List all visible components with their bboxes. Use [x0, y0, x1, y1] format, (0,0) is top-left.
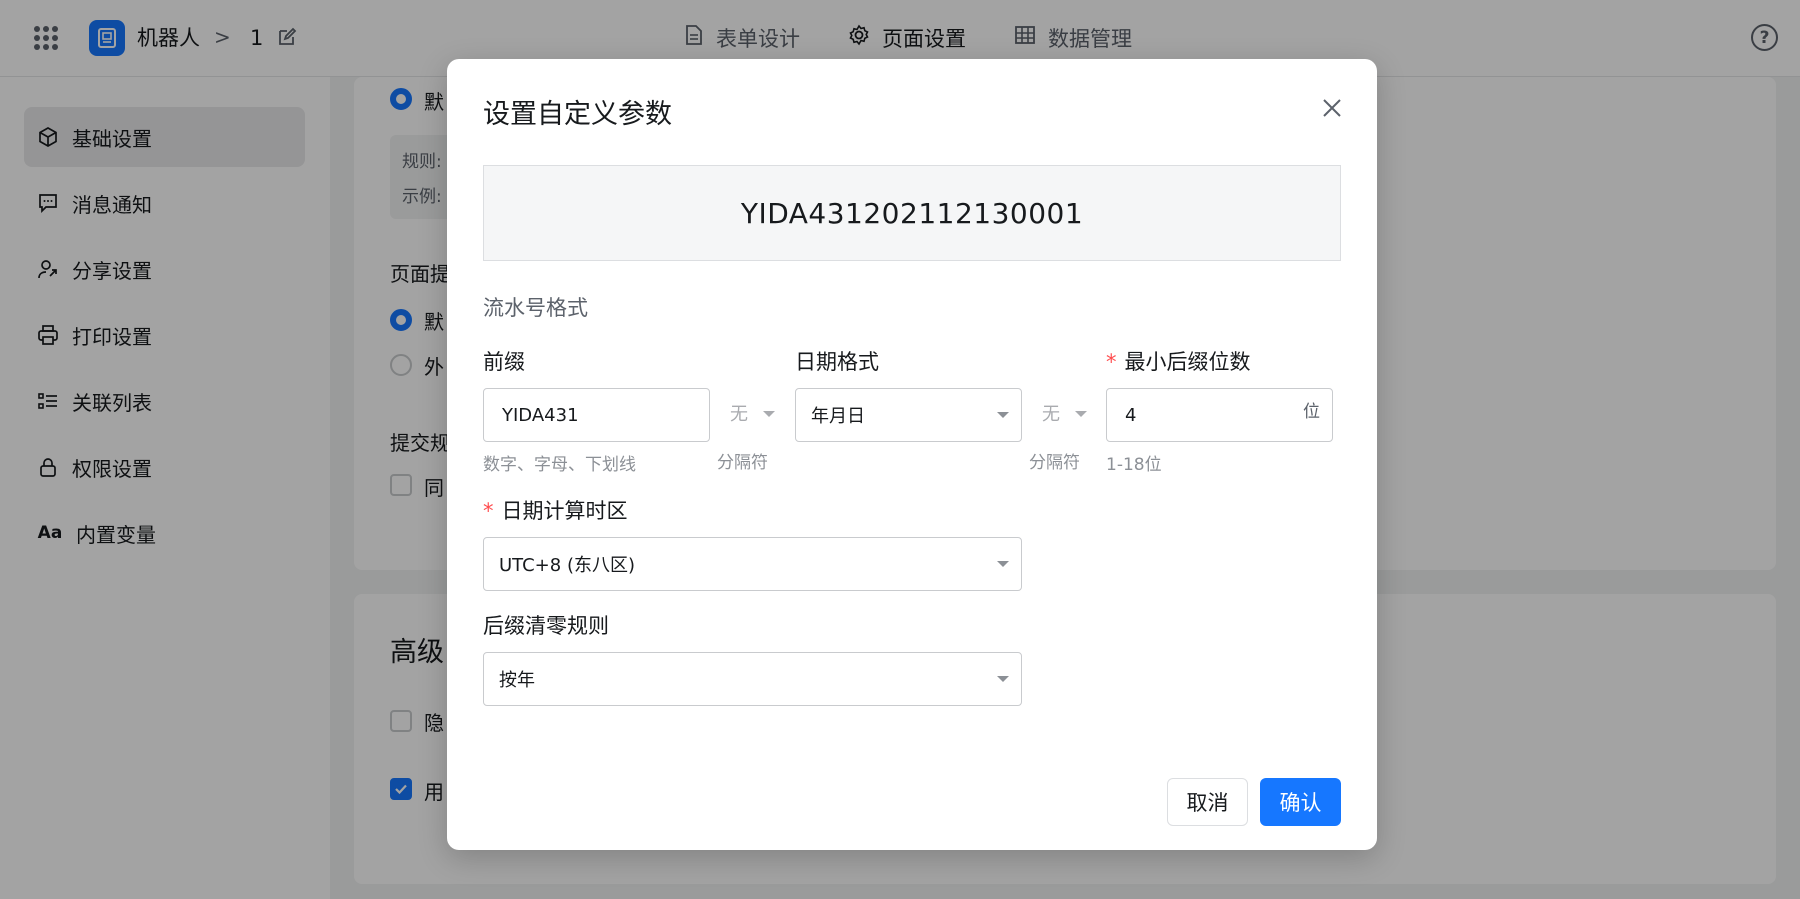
chevron-down-icon [997, 412, 1009, 418]
min-suffix-input[interactable]: 4 位 [1106, 388, 1333, 442]
close-icon[interactable] [1317, 93, 1347, 123]
label-text: 最小后缀位数 [1124, 350, 1251, 374]
select-value: UTC+8 (东八区) [499, 555, 635, 576]
timezone-label: * 日期计算时区 [483, 495, 628, 525]
chevron-down-icon [1075, 411, 1087, 417]
select-value: 按年 [499, 670, 535, 691]
prefix-hint: 数字、字母、下划线 [483, 455, 636, 475]
input-value: 4 [1125, 404, 1137, 426]
prefix-label: 前缀 [483, 350, 525, 374]
min-suffix-hint: 1-18位 [1106, 455, 1162, 475]
reset-rule-label: 后缀清零规则 [483, 614, 609, 638]
chevron-down-icon [997, 676, 1009, 682]
select-value: 年月日 [811, 406, 865, 427]
confirm-button[interactable]: 确认 [1260, 778, 1341, 826]
chevron-down-icon [763, 411, 775, 417]
custom-params-dialog: 设置自定义参数 YIDA431202112130001 流水号格式 前缀 YID… [447, 59, 1377, 850]
dialog-title: 设置自定义参数 [483, 99, 672, 130]
min-suffix-label: * 最小后缀位数 [1106, 346, 1251, 376]
label-text: 日期计算时区 [501, 499, 628, 523]
date-format-select[interactable]: 年月日 [795, 388, 1022, 442]
cancel-button[interactable]: 取消 [1167, 778, 1248, 826]
required-mark: * [1106, 350, 1117, 374]
serial-preview: YIDA431202112130001 [483, 165, 1341, 261]
required-mark: * [483, 499, 494, 523]
section-label: 流水号格式 [483, 296, 588, 320]
separator-select-2[interactable]: 无 [1042, 400, 1060, 426]
separator-hint: 分隔符 [717, 453, 768, 473]
separator-select-1[interactable]: 无 [730, 400, 748, 426]
chevron-down-icon [997, 561, 1009, 567]
separator-hint: 分隔符 [1029, 453, 1080, 473]
timezone-select[interactable]: UTC+8 (东八区) [483, 537, 1022, 591]
prefix-input[interactable]: YIDA431 [483, 388, 710, 442]
unit-label: 位 [1303, 402, 1320, 422]
date-format-label: 日期格式 [795, 350, 879, 374]
reset-rule-select[interactable]: 按年 [483, 652, 1022, 706]
